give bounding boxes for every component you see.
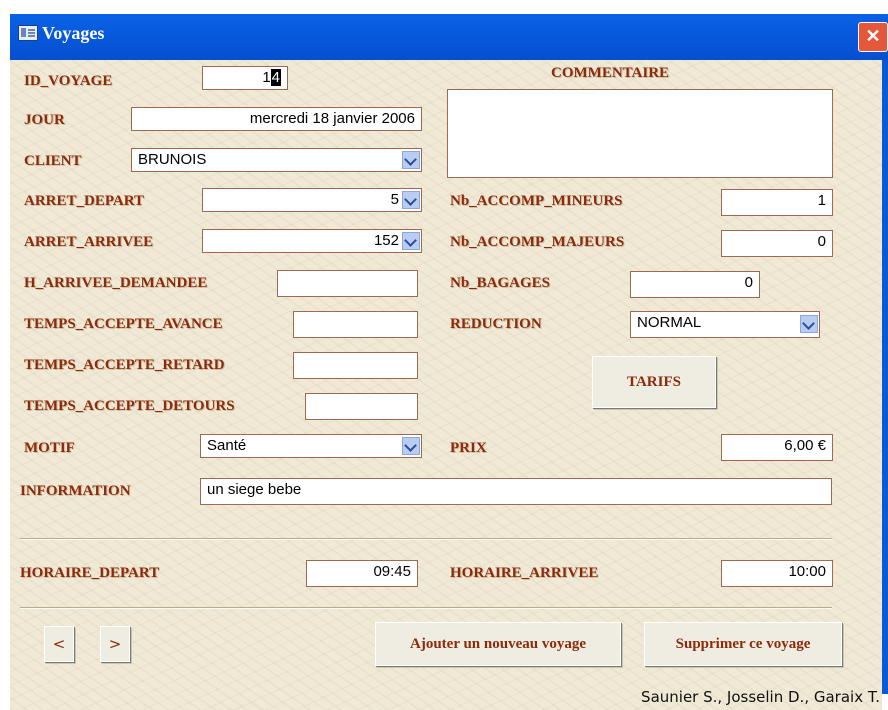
nb-bagages-field[interactable]: 0 [630, 271, 760, 298]
prix-field[interactable]: 6,00 € [721, 434, 833, 461]
label-arret-depart: ARRET_DEPART [24, 193, 145, 209]
close-icon: ✕ [865, 26, 881, 46]
label-reduction: REDUCTION [450, 316, 542, 332]
divider-top [20, 538, 832, 540]
chevron-down-icon[interactable] [402, 437, 420, 455]
chevron-down-icon[interactable] [402, 151, 420, 169]
tarifs-button[interactable]: TARIFS [592, 356, 716, 408]
form-body: ID_VOYAGE 14 JOUR mercredi 18 janvier 20… [10, 60, 882, 710]
label-temps-accepte-avance: TEMPS_ACCEPTE_AVANCE [24, 316, 223, 332]
previous-record-button[interactable]: < [44, 626, 74, 662]
next-record-button[interactable]: > [100, 626, 130, 662]
top-margin [0, 0, 888, 14]
label-prix: PRIX [450, 440, 487, 456]
id-voyage-selected-digit: 4 [270, 69, 281, 86]
nb-accomp-majeurs-field[interactable]: 0 [721, 230, 833, 257]
chevron-down-icon[interactable] [800, 315, 818, 333]
horaire-arrivee-field[interactable]: 10:00 [721, 560, 833, 587]
client-value: BRUNOIS [138, 151, 207, 168]
horaire-depart-field[interactable]: 09:45 [306, 560, 418, 587]
label-jour: JOUR [24, 112, 65, 128]
id-voyage-field[interactable]: 14 [202, 66, 288, 90]
label-commentaire: COMMENTAIRE [551, 65, 670, 81]
label-motif: MOTIF [24, 440, 75, 456]
delete-voyage-button[interactable]: Supprimer ce voyage [644, 622, 842, 666]
motif-value: Santé [207, 437, 247, 454]
reduction-select[interactable]: NORMAL [630, 311, 820, 338]
client-select[interactable]: BRUNOIS [131, 148, 422, 172]
information-field[interactable]: un siege bebe [200, 478, 832, 505]
divider-bottom [20, 607, 832, 609]
label-temps-accepte-retard: TEMPS_ACCEPTE_RETARD [24, 357, 225, 373]
temps-accepte-detours-field[interactable] [305, 393, 418, 420]
label-arret-arrivee: ARRET_ARRIVEE [24, 234, 154, 250]
motif-select[interactable]: Santé [200, 434, 422, 458]
arret-arrivee-select[interactable]: 152 [202, 229, 422, 253]
label-information: INFORMATION [20, 483, 131, 499]
add-voyage-button[interactable]: Ajouter un nouveau voyage [375, 622, 621, 666]
arret-depart-select[interactable]: 5 [202, 188, 422, 212]
chevron-down-icon[interactable] [402, 232, 420, 250]
label-horaire-arrivee: HORAIRE_ARRIVEE [450, 565, 599, 581]
arret-arrivee-value: 152 [373, 232, 399, 249]
arret-depart-value: 5 [390, 191, 399, 208]
label-nb-accomp-majeurs: Nb_ACCOMP_MAJEURS [450, 234, 625, 250]
label-id-voyage: ID_VOYAGE [24, 73, 113, 89]
close-button[interactable]: ✕ [858, 22, 888, 52]
credit-text: Saunier S., Josselin D., Garaix T. [641, 688, 880, 706]
chevron-down-icon[interactable] [402, 191, 420, 209]
label-nb-accomp-mineurs: Nb_ACCOMP_MINEURS [450, 193, 623, 209]
reduction-value: NORMAL [637, 314, 702, 331]
commentaire-field[interactable] [447, 89, 833, 178]
temps-accepte-retard-field[interactable] [293, 352, 418, 379]
h-arrivee-demandee-field[interactable] [277, 270, 418, 297]
label-temps-accepte-detours: TEMPS_ACCEPTE_DETOURS [24, 398, 235, 414]
form-icon [18, 25, 38, 41]
nb-accomp-mineurs-field[interactable]: 1 [721, 189, 833, 216]
window-title: Voyages [42, 23, 105, 43]
temps-accepte-avance-field[interactable] [293, 311, 418, 338]
label-horaire-depart: HORAIRE_DEPART [20, 565, 160, 581]
label-client: CLIENT [24, 153, 82, 169]
id-voyage-prefix: 1 [262, 69, 271, 86]
label-nb-bagages: Nb_BAGAGES [450, 275, 551, 291]
title-bar[interactable]: Voyages ✕ [10, 14, 888, 60]
label-h-arrivee-demandee: H_ARRIVEE_DEMANDEE [24, 275, 208, 291]
jour-field[interactable]: mercredi 18 janvier 2006 [131, 107, 422, 131]
